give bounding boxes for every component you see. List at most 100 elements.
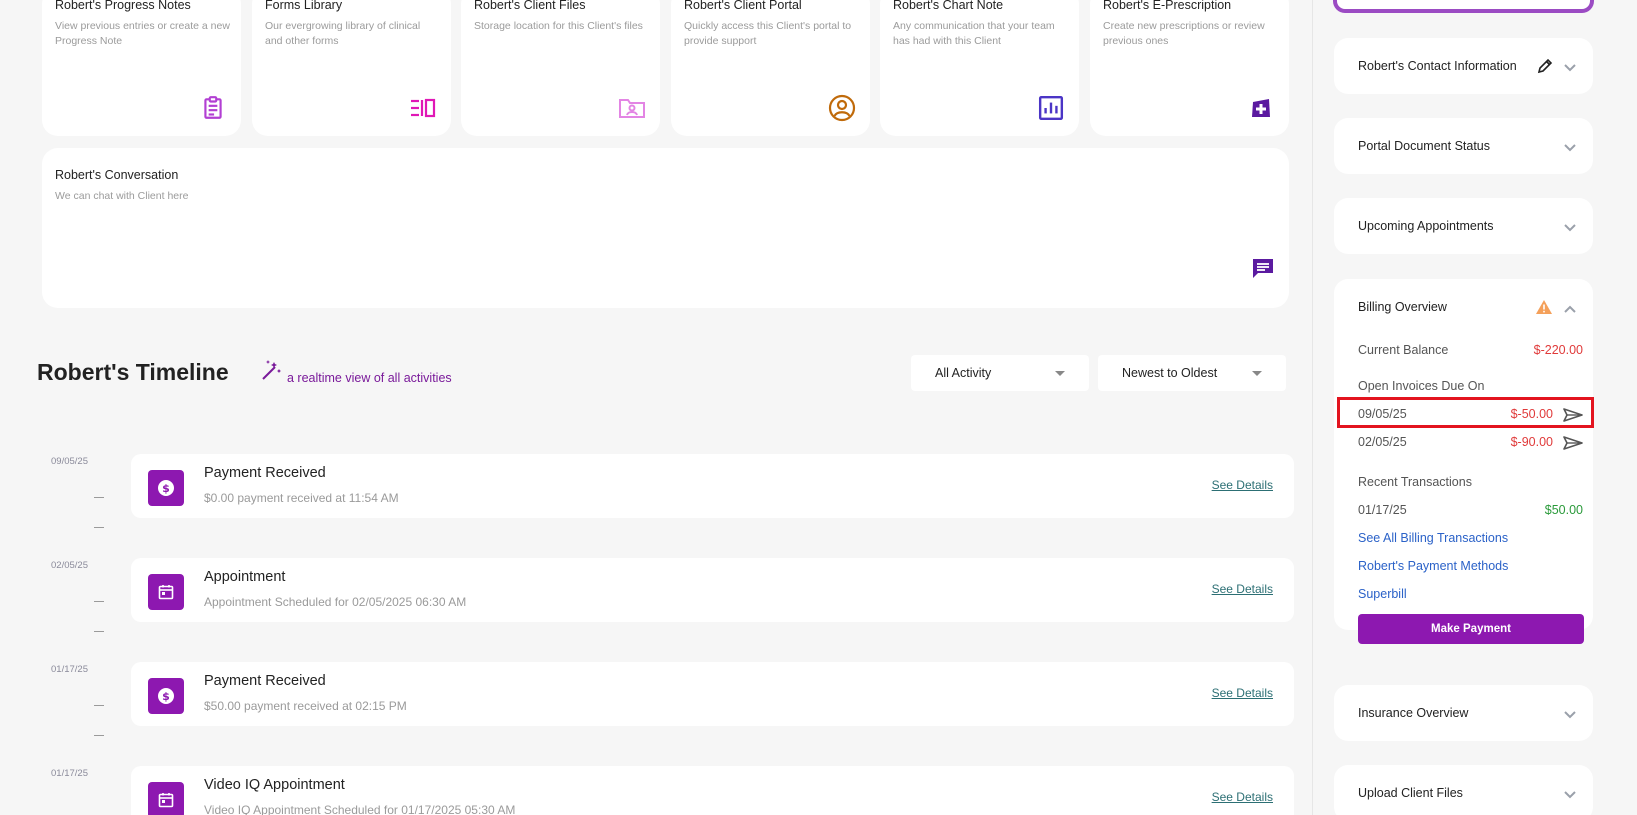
main-content: Robert's Progress Notes View previous en… <box>0 0 1312 815</box>
chevron-down-icon[interactable] <box>1563 140 1577 152</box>
panel-title: Insurance Overview <box>1358 706 1469 720</box>
see-all-billing-link[interactable]: See All Billing Transactions <box>1358 531 1508 545</box>
timeline-tick <box>94 527 104 528</box>
calendar-icon <box>148 574 184 610</box>
card-description: Quickly access this Client's portal to p… <box>684 20 852 47</box>
timeline-date: 01/17/25 <box>51 664 88 675</box>
see-details-link[interactable]: See Details <box>1212 790 1273 804</box>
caret-down-icon <box>1055 371 1065 376</box>
superbill-link[interactable]: Superbill <box>1358 587 1407 601</box>
billing-overview-panel: Billing Overview Current Balance $-220.0… <box>1334 279 1593 644</box>
card-title: Robert's Client Portal <box>684 0 802 12</box>
timeline-tick <box>94 735 104 736</box>
timeline-tick <box>94 631 104 632</box>
invoice-date: 02/05/25 <box>1358 435 1407 449</box>
dollar-icon: $ <box>148 470 184 506</box>
see-details-link[interactable]: See Details <box>1212 478 1273 492</box>
chevron-up-icon[interactable] <box>1563 301 1577 313</box>
timeline-date: 01/17/25 <box>51 768 88 779</box>
svg-text:$: $ <box>162 690 170 703</box>
transaction-amount: $50.00 <box>1544 503 1583 517</box>
chevron-down-icon[interactable] <box>1563 220 1577 232</box>
make-payment-button[interactable]: Make Payment <box>1358 614 1584 644</box>
magic-wand-icon <box>260 358 284 382</box>
user-circle-icon <box>828 94 856 122</box>
see-details-link[interactable]: See Details <box>1212 582 1273 596</box>
card-description: Storage location for this Client's files <box>474 20 643 32</box>
timeline-tick <box>94 601 104 602</box>
client-portal-card[interactable]: Robert's Client Portal Quickly access th… <box>671 0 870 136</box>
card-title: Robert's E-Prescription <box>1103 0 1232 12</box>
chevron-down-icon[interactable] <box>1563 787 1577 799</box>
invoice-amount: $-90.00 <box>1510 435 1553 449</box>
client-files-card[interactable]: Robert's Client Files Storage location f… <box>461 0 660 136</box>
card-title: Robert's Client Files <box>474 0 586 12</box>
timeline-item-title: Video IQ Appointment <box>204 777 345 793</box>
timeline-date: 02/05/25 <box>51 560 88 571</box>
panel-title: Robert's Contact Information <box>1358 59 1517 73</box>
chevron-down-icon[interactable] <box>1563 707 1577 719</box>
current-balance-label: Current Balance <box>1358 343 1449 357</box>
e-prescription-card[interactable]: Robert's E-Prescription Create new presc… <box>1090 0 1289 136</box>
svg-text:$: $ <box>162 482 170 495</box>
warning-icon <box>1535 299 1553 315</box>
caret-down-icon <box>1252 371 1262 376</box>
timeline-item-title: Payment Received <box>204 673 326 689</box>
timeline-tick <box>94 497 104 498</box>
activity-filter-dropdown[interactable]: All Activity <box>911 355 1089 391</box>
conversation-card[interactable]: Robert's Conversation We can chat with C… <box>42 148 1289 308</box>
activity-filter-value: All Activity <box>935 366 992 380</box>
conversation-description: We can chat with Client here <box>55 190 189 202</box>
contact-info-panel[interactable]: Robert's Contact Information <box>1334 38 1593 94</box>
panel-title: Upcoming Appointments <box>1358 219 1494 233</box>
timeline-subtitle: a realtime view of all activities <box>287 371 452 385</box>
forms-library-card[interactable]: Forms Library Our evergrowing library of… <box>252 0 451 136</box>
prescription-icon <box>1247 94 1275 122</box>
panel-title: Portal Document Status <box>1358 139 1491 153</box>
card-description: Create new prescriptions or review previ… <box>1103 20 1265 47</box>
send-icon[interactable] <box>1563 436 1583 450</box>
current-balance-value: $-220.00 <box>1533 343 1583 357</box>
timeline-date: 09/05/25 <box>51 456 88 467</box>
panel-title: Billing Overview <box>1358 300 1447 314</box>
timeline-item-title: Payment Received <box>204 465 326 481</box>
card-title: Forms Library <box>265 0 343 12</box>
folder-icon <box>618 94 646 122</box>
timeline-item: Appointment Appointment Scheduled for 02… <box>131 558 1294 622</box>
invoice-amount: $-50.00 <box>1510 407 1553 421</box>
dollar-icon: $ <box>148 678 184 714</box>
sidebar-top-box <box>1333 0 1594 13</box>
chart-note-card[interactable]: Robert's Chart Note Any communication th… <box>880 0 1079 136</box>
timeline-item-subtitle: Video IQ Appointment Scheduled for 01/17… <box>204 803 516 815</box>
invoice-date: 09/05/25 <box>1358 407 1407 421</box>
payment-methods-link[interactable]: Robert's Payment Methods <box>1358 559 1508 573</box>
card-description: Any communication that your team has had… <box>893 20 1055 47</box>
bar-chart-icon <box>1037 94 1065 122</box>
timeline-item-subtitle: Appointment Scheduled for 02/05/2025 06:… <box>204 595 467 609</box>
upload-client-files-panel[interactable]: Upload Client Files <box>1334 765 1593 815</box>
chat-icon[interactable] <box>1249 254 1277 282</box>
send-icon[interactable] <box>1563 408 1583 422</box>
forms-library-icon <box>409 94 437 122</box>
pencil-icon[interactable] <box>1537 58 1553 74</box>
upcoming-appointments-panel[interactable]: Upcoming Appointments <box>1334 198 1593 254</box>
calendar-icon <box>148 782 184 815</box>
see-details-link[interactable]: See Details <box>1212 686 1273 700</box>
sort-order-value: Newest to Oldest <box>1122 366 1218 380</box>
panel-title: Upload Client Files <box>1358 786 1463 800</box>
insurance-overview-panel[interactable]: Insurance Overview <box>1334 685 1593 741</box>
progress-notes-card[interactable]: Robert's Progress Notes View previous en… <box>42 0 241 136</box>
clipboard-icon <box>199 94 227 122</box>
sort-order-dropdown[interactable]: Newest to Oldest <box>1098 355 1286 391</box>
timeline-item: $ Payment Received $50.00 payment receiv… <box>131 662 1294 726</box>
timeline-item-subtitle: $0.00 payment received at 11:54 AM <box>204 491 399 505</box>
portal-document-status-panel[interactable]: Portal Document Status <box>1334 118 1593 174</box>
conversation-title: Robert's Conversation <box>55 168 179 182</box>
timeline-item-subtitle: $50.00 payment received at 02:15 PM <box>204 699 407 713</box>
timeline-tick <box>94 705 104 706</box>
chevron-down-icon[interactable] <box>1563 60 1577 72</box>
timeline-item-title: Appointment <box>204 569 286 585</box>
timeline-title: Robert's Timeline <box>37 359 229 385</box>
timeline-item: $ Payment Received $0.00 payment receive… <box>131 454 1294 518</box>
transaction-date: 01/17/25 <box>1358 503 1407 517</box>
